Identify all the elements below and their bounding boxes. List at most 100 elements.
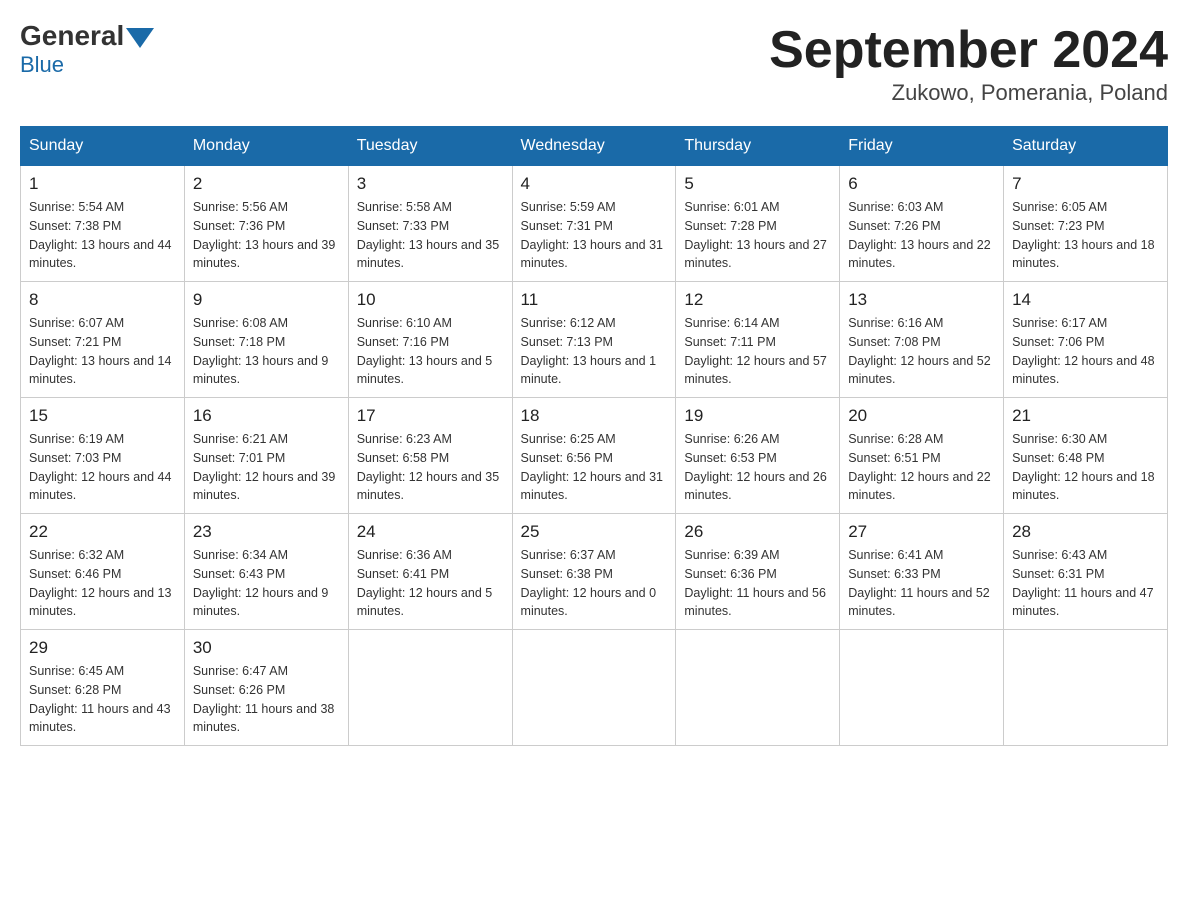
day-number: 5: [684, 174, 831, 194]
table-row: 25 Sunrise: 6:37 AMSunset: 6:38 PMDayligh…: [512, 514, 676, 630]
calendar-header-saturday: Saturday: [1004, 127, 1168, 166]
day-number: 10: [357, 290, 504, 310]
day-info: Sunrise: 6:17 AMSunset: 7:06 PMDaylight:…: [1012, 314, 1159, 389]
day-number: 9: [193, 290, 340, 310]
day-number: 26: [684, 522, 831, 542]
day-number: 30: [193, 638, 340, 658]
day-info: Sunrise: 6:05 AMSunset: 7:23 PMDaylight:…: [1012, 198, 1159, 273]
day-number: 22: [29, 522, 176, 542]
table-row: 17 Sunrise: 6:23 AMSunset: 6:58 PMDayligh…: [348, 398, 512, 514]
day-number: 25: [521, 522, 668, 542]
day-info: Sunrise: 6:36 AMSunset: 6:41 PMDaylight:…: [357, 546, 504, 621]
day-info: Sunrise: 6:26 AMSunset: 6:53 PMDaylight:…: [684, 430, 831, 505]
logo-general-text: General: [20, 20, 124, 52]
day-number: 18: [521, 406, 668, 426]
location: Zukowo, Pomerania, Poland: [769, 80, 1168, 106]
day-info: Sunrise: 6:19 AMSunset: 7:03 PMDaylight:…: [29, 430, 176, 505]
day-info: Sunrise: 6:03 AMSunset: 7:26 PMDaylight:…: [848, 198, 995, 273]
table-row: 3Sunrise: 5:58 AMSunset: 7:33 PMDaylight…: [348, 166, 512, 282]
day-number: 14: [1012, 290, 1159, 310]
day-number: 2: [193, 174, 340, 194]
table-row: 28Sunrise: 6:43 AMSunset: 6:31 PMDayligh…: [1004, 514, 1168, 630]
calendar-header-friday: Friday: [840, 127, 1004, 166]
table-row: 11 Sunrise: 6:12 AMSunset: 7:13 PMDayligh…: [512, 282, 676, 398]
day-number: 17: [357, 406, 504, 426]
table-row: 23 Sunrise: 6:34 AMSunset: 6:43 PMDayligh…: [184, 514, 348, 630]
day-number: 21: [1012, 406, 1159, 426]
day-number: 4: [521, 174, 668, 194]
day-info: Sunrise: 6:41 AMSunset: 6:33 PMDaylight:…: [848, 546, 995, 621]
day-info: Sunrise: 5:54 AMSunset: 7:38 PMDaylight:…: [29, 198, 176, 273]
table-row: 20 Sunrise: 6:28 AMSunset: 6:51 PMDayligh…: [840, 398, 1004, 514]
calendar-week-row: 15 Sunrise: 6:19 AMSunset: 7:03 PMDayligh…: [21, 398, 1168, 514]
table-row: 22 Sunrise: 6:32 AMSunset: 6:46 PMDayligh…: [21, 514, 185, 630]
calendar-table: SundayMondayTuesdayWednesdayThursdayFrid…: [20, 126, 1168, 746]
logo: General Blue: [20, 20, 156, 78]
day-info: Sunrise: 6:34 AMSunset: 6:43 PMDaylight:…: [193, 546, 340, 621]
calendar-week-row: 22 Sunrise: 6:32 AMSunset: 6:46 PMDayligh…: [21, 514, 1168, 630]
day-info: Sunrise: 5:59 AMSunset: 7:31 PMDaylight:…: [521, 198, 668, 273]
table-row: 27Sunrise: 6:41 AMSunset: 6:33 PMDayligh…: [840, 514, 1004, 630]
day-number: 8: [29, 290, 176, 310]
calendar-header-monday: Monday: [184, 127, 348, 166]
table-row: 29Sunrise: 6:45 AMSunset: 6:28 PMDayligh…: [21, 630, 185, 746]
day-number: 11: [521, 290, 668, 310]
calendar-header-row: SundayMondayTuesdayWednesdayThursdayFrid…: [21, 127, 1168, 166]
month-title: September 2024: [769, 20, 1168, 80]
day-number: 19: [684, 406, 831, 426]
day-info: Sunrise: 6:12 AMSunset: 7:13 PMDaylight:…: [521, 314, 668, 389]
table-row: 1 Sunrise: 5:54 AMSunset: 7:38 PMDaylight…: [21, 166, 185, 282]
table-row: 4 Sunrise: 5:59 AMSunset: 7:31 PMDaylight…: [512, 166, 676, 282]
table-row: 9 Sunrise: 6:08 AMSunset: 7:18 PMDaylight…: [184, 282, 348, 398]
table-row: 8 Sunrise: 6:07 AMSunset: 7:21 PMDaylight…: [21, 282, 185, 398]
day-info: Sunrise: 6:37 AMSunset: 6:38 PMDaylight:…: [521, 546, 668, 621]
table-row: 16Sunrise: 6:21 AMSunset: 7:01 PMDayligh…: [184, 398, 348, 514]
title-block: September 2024 Zukowo, Pomerania, Poland: [769, 20, 1168, 106]
day-number: 13: [848, 290, 995, 310]
day-info: Sunrise: 6:32 AMSunset: 6:46 PMDaylight:…: [29, 546, 176, 621]
day-info: Sunrise: 6:07 AMSunset: 7:21 PMDaylight:…: [29, 314, 176, 389]
calendar-header-thursday: Thursday: [676, 127, 840, 166]
day-number: 15: [29, 406, 176, 426]
table-row: 7 Sunrise: 6:05 AMSunset: 7:23 PMDaylight…: [1004, 166, 1168, 282]
day-number: 12: [684, 290, 831, 310]
table-row: 26 Sunrise: 6:39 AMSunset: 6:36 PMDayligh…: [676, 514, 840, 630]
day-info: Sunrise: 6:08 AMSunset: 7:18 PMDaylight:…: [193, 314, 340, 389]
day-info: Sunrise: 6:23 AMSunset: 6:58 PMDaylight:…: [357, 430, 504, 505]
table-row: 2 Sunrise: 5:56 AMSunset: 7:36 PMDaylight…: [184, 166, 348, 282]
day-number: 24: [357, 522, 504, 542]
day-info: Sunrise: 6:16 AMSunset: 7:08 PMDaylight:…: [848, 314, 995, 389]
table-row: 19 Sunrise: 6:26 AMSunset: 6:53 PMDayligh…: [676, 398, 840, 514]
table-row: 30Sunrise: 6:47 AMSunset: 6:26 PMDayligh…: [184, 630, 348, 746]
day-number: 6: [848, 174, 995, 194]
table-row: [676, 630, 840, 746]
day-info: Sunrise: 6:25 AMSunset: 6:56 PMDaylight:…: [521, 430, 668, 505]
calendar-week-row: 29Sunrise: 6:45 AMSunset: 6:28 PMDayligh…: [21, 630, 1168, 746]
table-row: 12 Sunrise: 6:14 AMSunset: 7:11 PMDayligh…: [676, 282, 840, 398]
page-header: General Blue September 2024 Zukowo, Pome…: [20, 20, 1168, 106]
table-row: 10Sunrise: 6:10 AMSunset: 7:16 PMDayligh…: [348, 282, 512, 398]
calendar-week-row: 8 Sunrise: 6:07 AMSunset: 7:21 PMDaylight…: [21, 282, 1168, 398]
day-info: Sunrise: 6:43 AMSunset: 6:31 PMDaylight:…: [1012, 546, 1159, 621]
table-row: 18 Sunrise: 6:25 AMSunset: 6:56 PMDayligh…: [512, 398, 676, 514]
table-row: 6 Sunrise: 6:03 AMSunset: 7:26 PMDaylight…: [840, 166, 1004, 282]
day-number: 23: [193, 522, 340, 542]
calendar-header-wednesday: Wednesday: [512, 127, 676, 166]
day-info: Sunrise: 5:58 AMSunset: 7:33 PMDaylight:…: [357, 198, 504, 273]
calendar-week-row: 1 Sunrise: 5:54 AMSunset: 7:38 PMDaylight…: [21, 166, 1168, 282]
day-info: Sunrise: 6:39 AMSunset: 6:36 PMDaylight:…: [684, 546, 831, 621]
day-info: Sunrise: 5:56 AMSunset: 7:36 PMDaylight:…: [193, 198, 340, 273]
table-row: [512, 630, 676, 746]
table-row: 24 Sunrise: 6:36 AMSunset: 6:41 PMDayligh…: [348, 514, 512, 630]
day-info: Sunrise: 6:30 AMSunset: 6:48 PMDaylight:…: [1012, 430, 1159, 505]
day-number: 20: [848, 406, 995, 426]
day-number: 7: [1012, 174, 1159, 194]
table-row: [348, 630, 512, 746]
day-info: Sunrise: 6:28 AMSunset: 6:51 PMDaylight:…: [848, 430, 995, 505]
day-number: 16: [193, 406, 340, 426]
day-info: Sunrise: 6:14 AMSunset: 7:11 PMDaylight:…: [684, 314, 831, 389]
table-row: [1004, 630, 1168, 746]
table-row: 14 Sunrise: 6:17 AMSunset: 7:06 PMDayligh…: [1004, 282, 1168, 398]
day-number: 1: [29, 174, 176, 194]
logo-blue-text: Blue: [20, 52, 64, 78]
